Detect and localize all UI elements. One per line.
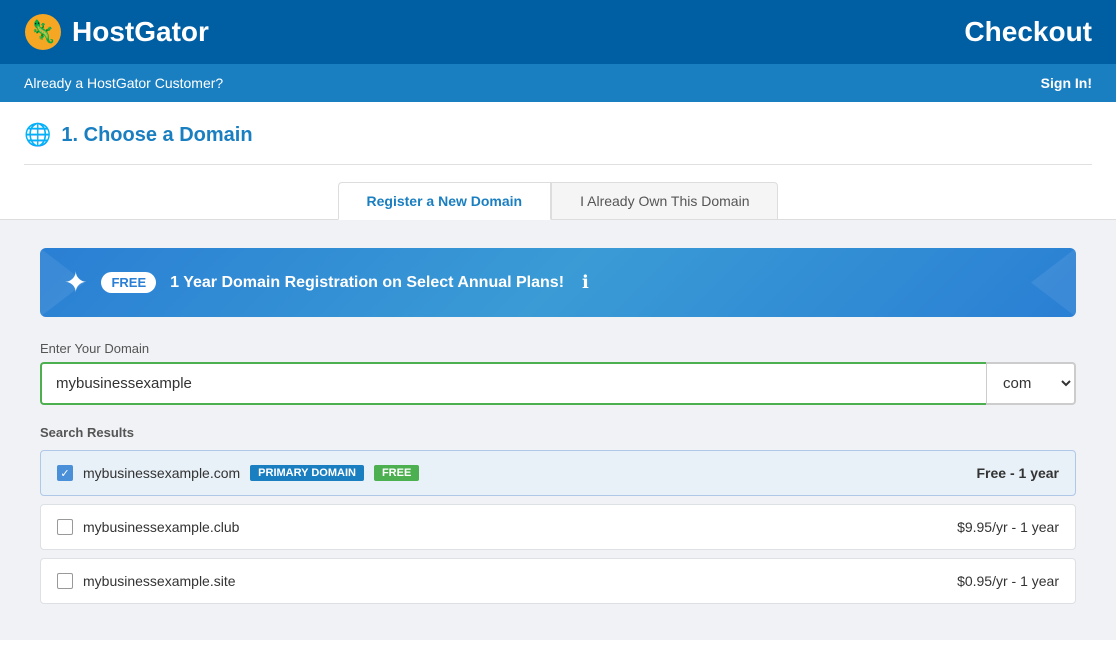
checkbox-club[interactable]	[57, 519, 73, 535]
sign-in-link[interactable]: Sign In!	[1041, 75, 1092, 91]
tab-own-domain[interactable]: I Already Own This Domain	[551, 182, 778, 220]
result-left-club: mybusinessexample.club	[57, 519, 239, 535]
domain-name-club: mybusinessexample.club	[83, 519, 239, 535]
price-site: $0.95/yr - 1 year	[957, 573, 1059, 589]
domain-name-primary: mybusinessexample.com	[83, 465, 240, 481]
result-item-site: mybusinessexample.site $0.95/yr - 1 year	[40, 558, 1076, 604]
section-title: 1. Choose a Domain	[61, 124, 252, 147]
domain-name-site: mybusinessexample.site	[83, 573, 236, 589]
banner-arrows-right	[1016, 248, 1076, 317]
results-label: Search Results	[40, 425, 1076, 440]
domain-body: ✦ FREE 1 Year Domain Registration on Sel…	[0, 220, 1116, 640]
checkbox-primary[interactable]	[57, 465, 73, 481]
badge-primary-domain: PRIMARY DOMAIN	[250, 465, 364, 481]
banner-arrows-left	[40, 248, 100, 317]
domain-input-row: com net org info biz	[40, 362, 1076, 405]
domain-input-section: Enter Your Domain com net org info biz	[40, 341, 1076, 405]
checkout-title: Checkout	[964, 16, 1092, 48]
price-primary: Free - 1 year	[977, 465, 1060, 481]
badge-free-primary: FREE	[374, 465, 419, 481]
tab-register[interactable]: Register a New Domain	[338, 182, 552, 220]
header: 🦎 HostGator Checkout	[0, 0, 1116, 64]
promo-banner: ✦ FREE 1 Year Domain Registration on Sel…	[40, 248, 1076, 317]
info-icon[interactable]: ℹ	[582, 272, 589, 293]
svg-text:🦎: 🦎	[29, 19, 56, 44]
result-left-primary: mybusinessexample.com PRIMARY DOMAIN FRE…	[57, 465, 419, 481]
logo-area: 🦎 HostGator	[24, 13, 209, 51]
search-results: Search Results mybusinessexample.com PRI…	[40, 425, 1076, 604]
domain-input-label: Enter Your Domain	[40, 341, 1076, 356]
tabs: Register a New Domain I Already Own This…	[0, 165, 1116, 220]
logo-text: HostGator	[72, 16, 209, 48]
customer-prompt: Already a HostGator Customer?	[24, 75, 223, 91]
result-item-club: mybusinessexample.club $9.95/yr - 1 year	[40, 504, 1076, 550]
globe-icon: 🌐	[24, 122, 51, 148]
logo-icon: 🦎	[24, 13, 62, 51]
free-badge: FREE	[101, 272, 156, 293]
sub-header: Already a HostGator Customer? Sign In!	[0, 64, 1116, 102]
domain-input[interactable]	[40, 362, 986, 405]
tld-select[interactable]: com net org info biz	[986, 362, 1076, 405]
banner-text: 1 Year Domain Registration on Select Ann…	[170, 274, 564, 292]
result-left-site: mybusinessexample.site	[57, 573, 236, 589]
main-content: 🌐 1. Choose a Domain Register a New Doma…	[0, 102, 1116, 664]
checkbox-site[interactable]	[57, 573, 73, 589]
price-club: $9.95/yr - 1 year	[957, 519, 1059, 535]
section-heading: 🌐 1. Choose a Domain	[24, 102, 1092, 165]
result-item-primary: mybusinessexample.com PRIMARY DOMAIN FRE…	[40, 450, 1076, 496]
